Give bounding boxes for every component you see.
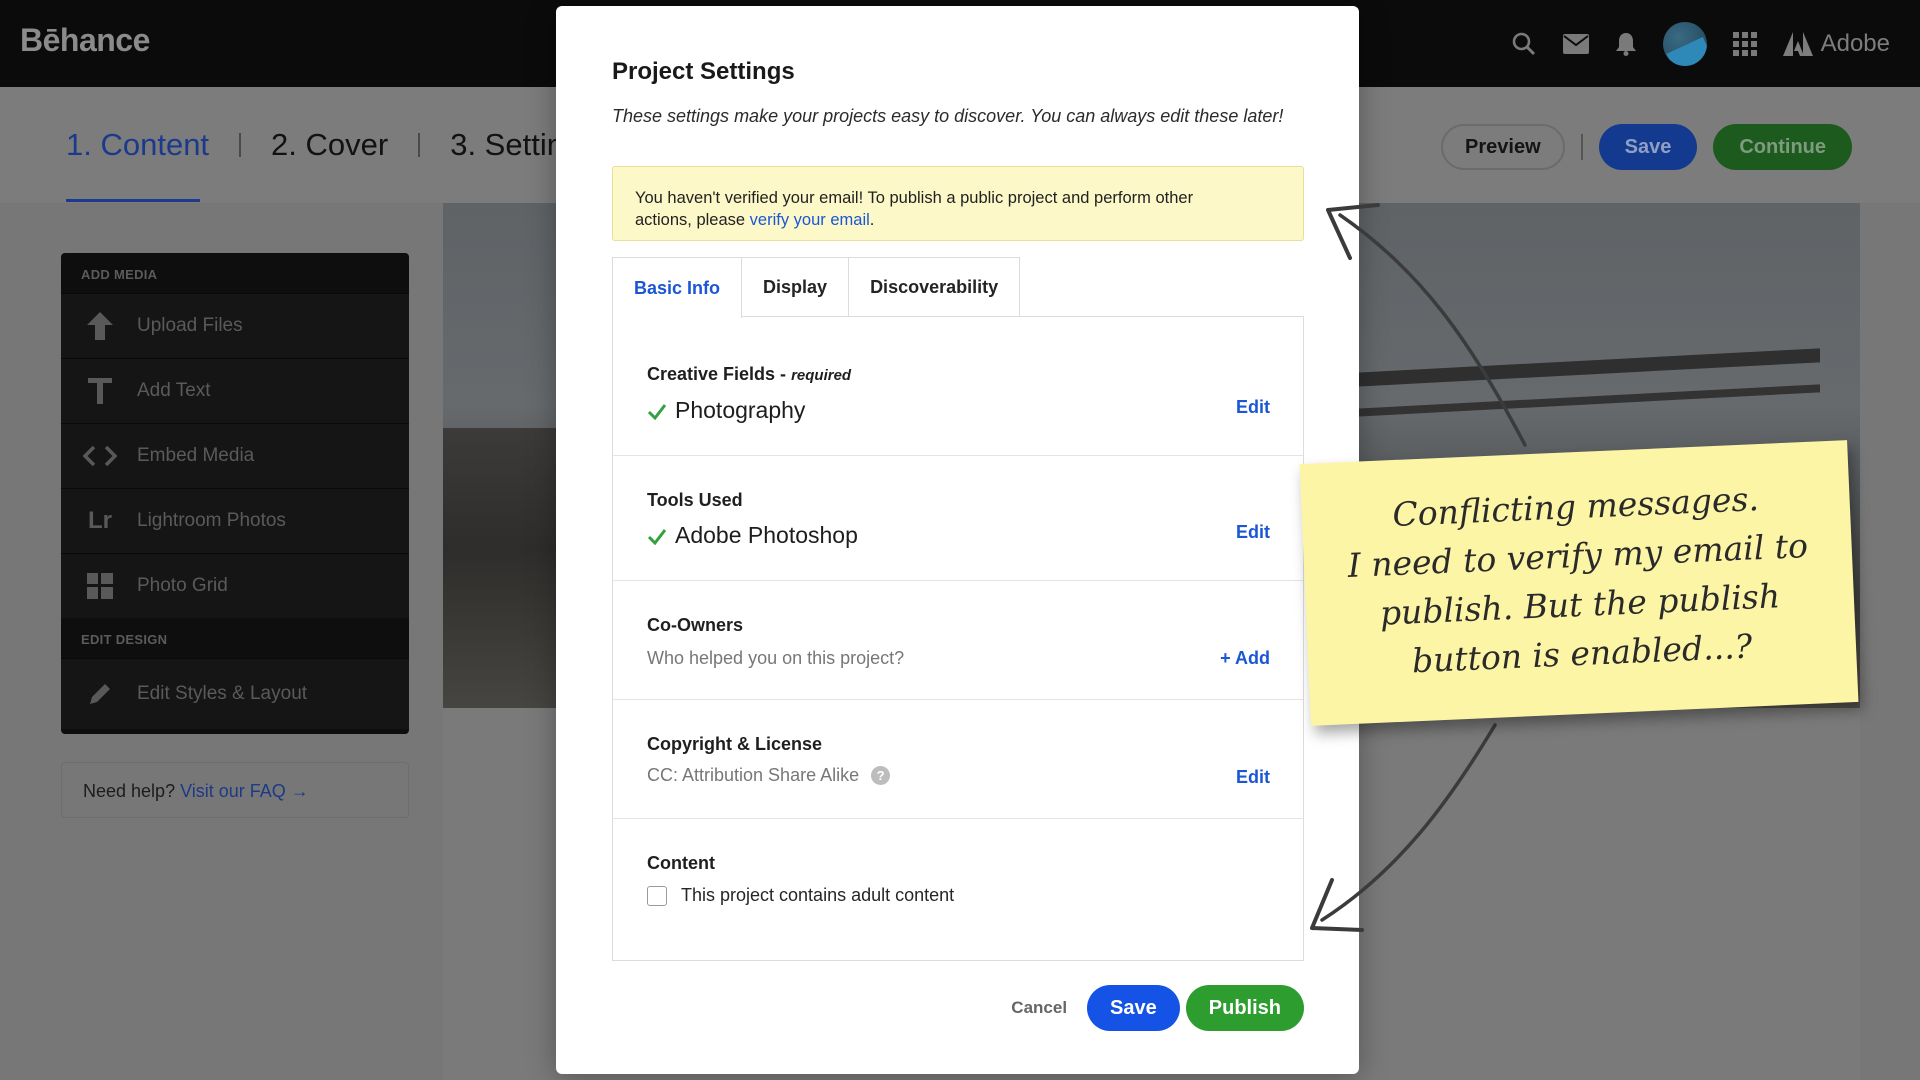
tab-basic-info[interactable]: Basic Info [612, 257, 743, 318]
arrow-to-publish [1320, 723, 1497, 922]
sticky-note-annotation: Conflicting messages. I need to verify m… [1299, 440, 1859, 726]
arrowhead-publish [1310, 878, 1364, 932]
arrow-to-alert [1338, 213, 1527, 447]
arrowhead-alert [1326, 203, 1380, 260]
